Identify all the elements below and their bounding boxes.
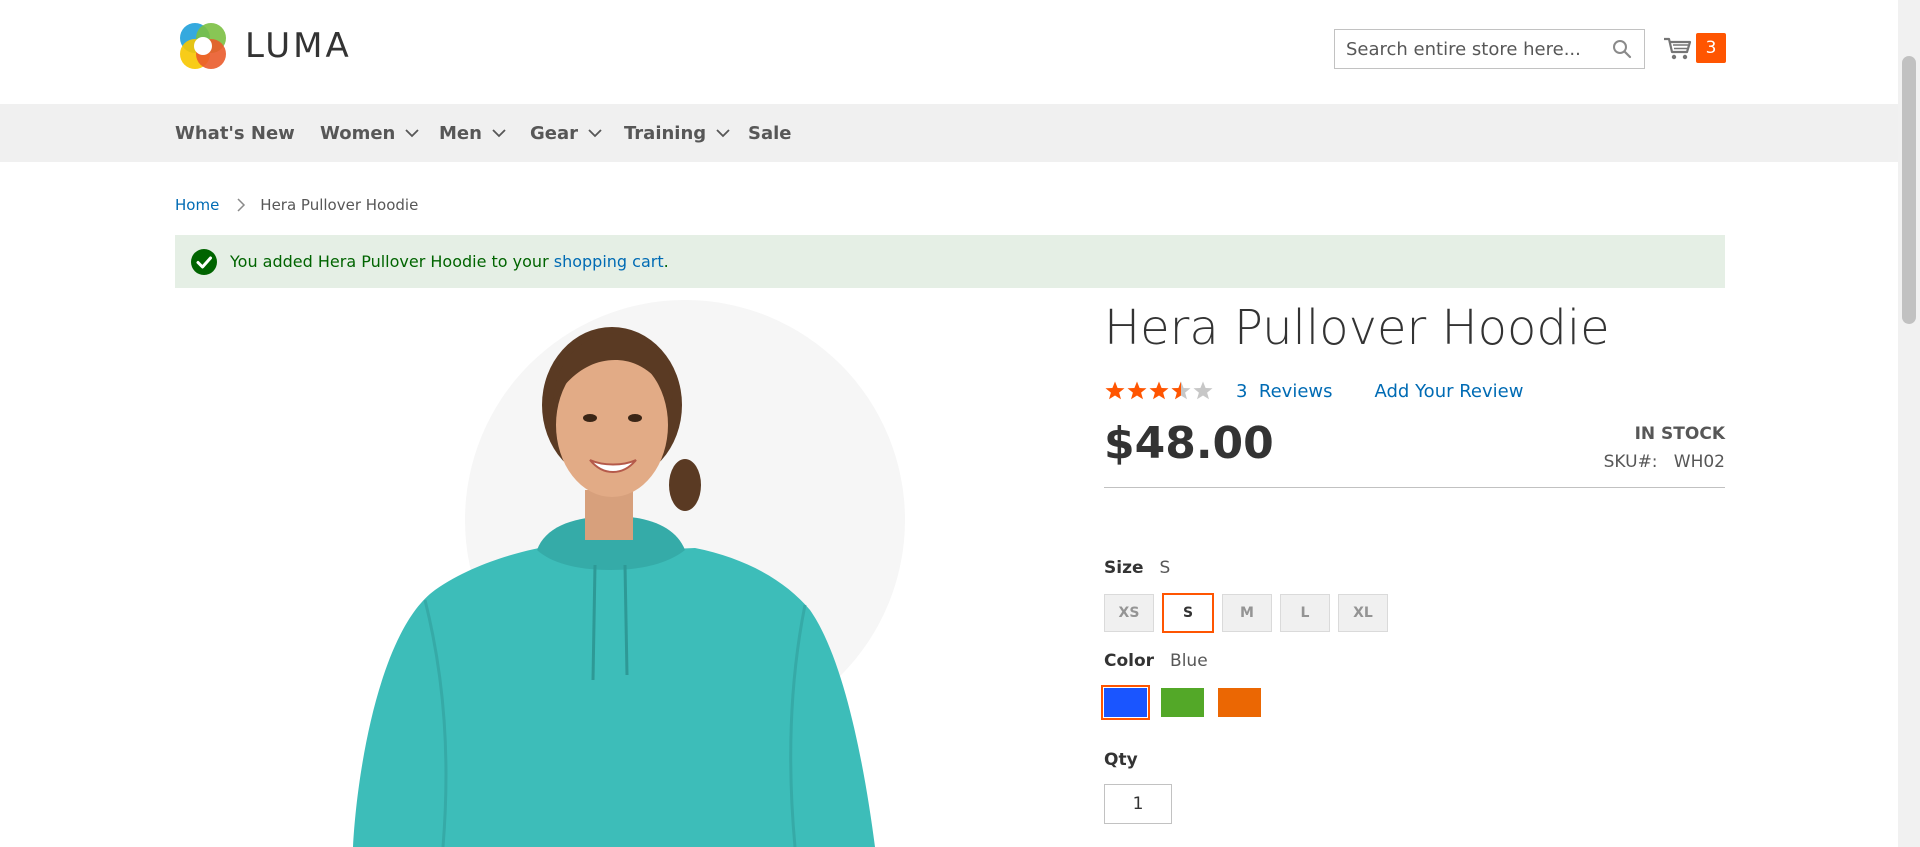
chevron-down-icon xyxy=(492,128,506,137)
nav-item-whats-new[interactable]: What's New xyxy=(175,104,295,162)
sku-value: WH02 xyxy=(1673,452,1725,472)
color-swatch-green[interactable] xyxy=(1161,688,1204,717)
chevron-down-icon xyxy=(588,128,602,137)
rating-summary: 3 Reviews Add Your Review xyxy=(1104,378,1523,404)
add-review-link[interactable]: Add Your Review xyxy=(1375,381,1524,402)
product-sku: SKU#: WH02 xyxy=(1604,452,1725,472)
color-swatch-orange[interactable] xyxy=(1218,688,1261,717)
nav-item-label: Sale xyxy=(748,122,792,144)
main-navigation: What's New Women Men Gear Training Sale xyxy=(0,104,1898,162)
product-info: Hera Pullover Hoodie 3 Reviews Add Your … xyxy=(1101,296,1725,824)
size-selected-value: S xyxy=(1159,558,1171,578)
product-price: $48.00 xyxy=(1104,418,1274,469)
color-selected-value: Blue xyxy=(1170,651,1208,671)
logo-text: LUMA xyxy=(245,26,352,66)
chevron-down-icon xyxy=(716,128,730,137)
color-option-label: Color Blue xyxy=(1104,651,1208,671)
message-suffix: . xyxy=(663,252,669,271)
product-photo xyxy=(353,327,875,847)
breadcrumb-current: Hera Pullover Hoodie xyxy=(260,196,419,214)
cart-count-badge: 3 xyxy=(1696,33,1726,63)
nav-item-training[interactable]: Training xyxy=(624,104,730,162)
success-check-icon xyxy=(191,248,217,275)
message-text: You added Hera Pullover Hoodie to your xyxy=(230,252,554,271)
scrollbar[interactable] xyxy=(1898,0,1920,847)
nav-item-sale[interactable]: Sale xyxy=(748,104,792,162)
star-half-icon xyxy=(1171,381,1191,400)
search-icon[interactable] xyxy=(1612,39,1632,59)
search-input[interactable] xyxy=(1335,30,1595,68)
sku-label: SKU#: xyxy=(1603,452,1658,472)
size-label: Size xyxy=(1104,558,1144,578)
nav-item-label: Women xyxy=(320,122,396,144)
product-gallery[interactable] xyxy=(175,300,1075,847)
color-swatches xyxy=(1101,685,1275,720)
reviews-link[interactable]: 3 Reviews xyxy=(1236,381,1333,402)
qty-input[interactable] xyxy=(1104,784,1172,824)
breadcrumb-home-link[interactable]: Home xyxy=(175,196,219,214)
nav-item-gear[interactable]: Gear xyxy=(530,104,602,162)
color-label: Color xyxy=(1104,651,1155,671)
star-full-icon xyxy=(1127,381,1147,400)
success-message: You added Hera Pullover Hoodie to your s… xyxy=(175,235,1725,288)
store-logo[interactable]: LUMA xyxy=(175,18,352,74)
nav-item-label: Training xyxy=(624,122,707,144)
divider xyxy=(1104,487,1725,488)
shopping-cart-link[interactable]: shopping cart xyxy=(554,252,664,271)
nav-item-label: Men xyxy=(439,122,482,144)
qty-label: Qty xyxy=(1104,750,1138,770)
size-option-label: Size S xyxy=(1104,558,1170,578)
product-title: Hera Pullover Hoodie xyxy=(1104,300,1610,356)
breadcrumb: Home Hera Pullover Hoodie xyxy=(175,194,418,216)
rating-stars xyxy=(1104,380,1216,402)
color-swatch-blue[interactable] xyxy=(1101,685,1150,720)
star-full-icon xyxy=(1105,381,1125,400)
size-swatches: XS S M L XL xyxy=(1104,593,1396,633)
luma-logo-icon xyxy=(180,23,226,69)
search-box xyxy=(1334,29,1645,69)
cart-icon xyxy=(1664,37,1692,60)
chevron-right-icon xyxy=(237,198,246,212)
chevron-down-icon xyxy=(405,128,419,137)
nav-item-women[interactable]: Women xyxy=(320,104,419,162)
stock-status: IN STOCK xyxy=(1634,424,1725,444)
size-swatch-l[interactable]: L xyxy=(1280,594,1330,632)
size-swatch-m[interactable]: M xyxy=(1222,594,1272,632)
size-swatch-s[interactable]: S xyxy=(1162,593,1214,633)
minicart-button[interactable]: 3 xyxy=(1662,31,1726,65)
nav-item-men[interactable]: Men xyxy=(439,104,506,162)
scrollbar-thumb[interactable] xyxy=(1902,56,1916,324)
nav-item-label: Gear xyxy=(530,122,579,144)
page-header: LUMA 3 xyxy=(0,0,1898,104)
star-empty-icon xyxy=(1193,381,1213,400)
size-swatch-xl[interactable]: XL xyxy=(1338,594,1388,632)
star-full-icon xyxy=(1149,381,1169,400)
size-swatch-xs[interactable]: XS xyxy=(1104,594,1154,632)
nav-item-label: What's New xyxy=(175,122,295,144)
